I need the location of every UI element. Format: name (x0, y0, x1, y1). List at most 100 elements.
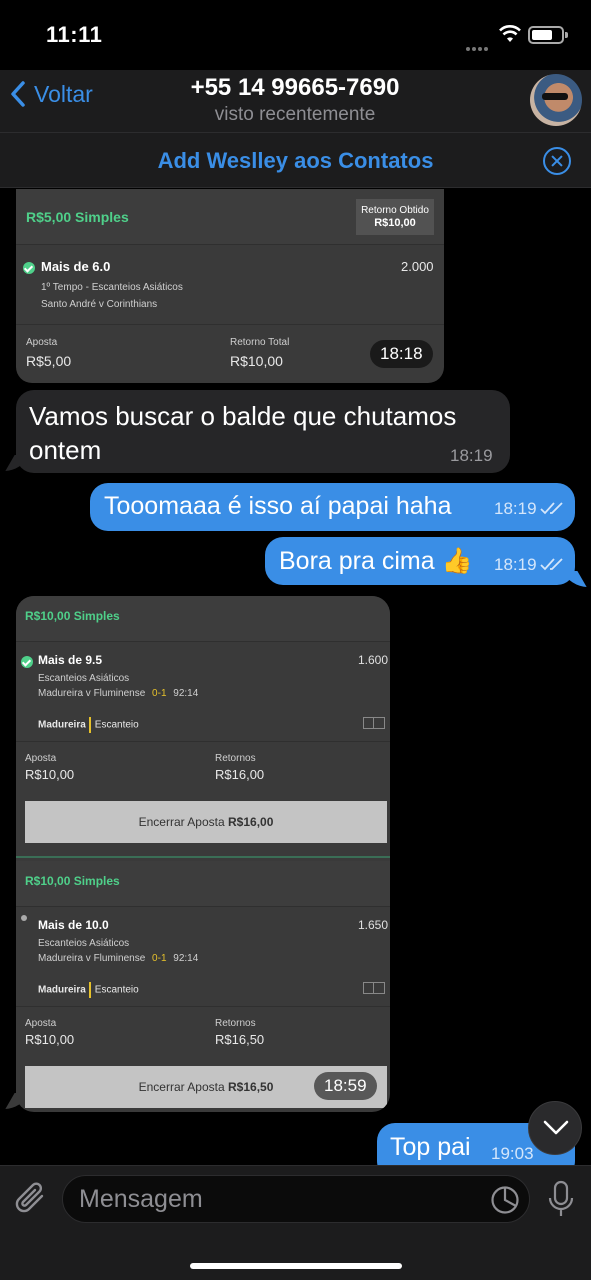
match-score: 0-1 (152, 953, 167, 964)
composer-bar (0, 1165, 591, 1280)
selection-name: Mais de 10.0 (38, 918, 109, 932)
back-button[interactable]: Voltar (10, 80, 93, 108)
message-time: 18:19 (450, 446, 493, 465)
bet-card-header: R$10,00 Simples (16, 861, 390, 907)
sticker-icon[interactable] (490, 1185, 520, 1215)
message-time: 18:59 (314, 1072, 377, 1100)
selection-odds: 2.000 (401, 259, 434, 274)
back-label: Voltar (34, 80, 93, 107)
event-marker (88, 717, 91, 733)
double-check-icon (540, 558, 563, 571)
stake-label: Aposta (25, 1018, 57, 1029)
add-contact-bar: Add Weslley aos Contatos (0, 132, 591, 188)
message-bubble-incoming[interactable]: Vamos buscar o balde que chutamos ontem … (16, 390, 510, 473)
bet-card-divider (16, 856, 390, 858)
return-value: R$10,00 (374, 217, 416, 229)
contact-title[interactable]: +55 14 99665-7690 (150, 74, 440, 102)
selection-market: Escanteios Asiáticos (38, 938, 130, 949)
battery-icon (528, 26, 568, 44)
status-time: 11:11 (46, 22, 103, 47)
total-return-value: R$10,00 (230, 353, 283, 369)
close-icon[interactable] (543, 147, 571, 175)
returns-value: R$16,50 (215, 1032, 265, 1047)
match-minute: 92:14 (173, 953, 199, 964)
message-text: Bora pra cima 👍 (279, 547, 473, 575)
selection-market: Escanteios Asiáticos (38, 673, 130, 684)
bet-card-image[interactable]: R$5,00 Simples Retorno Obtido R$10,00 Ma… (16, 189, 444, 383)
total-return-label: Retorno Total (230, 337, 290, 348)
bet-card-header: R$10,00 Simples (16, 596, 390, 642)
live-event: Madureira Escanteio (38, 982, 139, 998)
paperclip-icon[interactable] (14, 1180, 48, 1216)
divider (16, 1006, 390, 1007)
message-time: 18:19 (494, 499, 537, 518)
signal-dots-icon (466, 38, 492, 51)
cashout-label: Encerrar Aposta (138, 1080, 225, 1094)
stake-label: Aposta (25, 753, 57, 764)
selection-name: Mais de 9.5 (38, 653, 103, 667)
selection-match: Madureira v Fluminense (38, 953, 146, 964)
returns-label: Retornos (215, 1018, 256, 1029)
selection-match-info: Madureira v Fluminense 0-1 92:14 (38, 953, 198, 964)
stake-value: R$10,00 (25, 1032, 75, 1047)
message-text: Vamos buscar o balde que chutamos ontem (29, 401, 457, 465)
event-team: Madureira (38, 719, 86, 731)
message-time: 18:18 (370, 340, 433, 368)
stake-value: R$5,00 (26, 353, 72, 369)
microphone-icon[interactable] (548, 1180, 574, 1218)
message-time: 19:03 (491, 1144, 534, 1163)
cashout-button[interactable]: Encerrar Aposta R$16,00 (25, 801, 387, 843)
avatar[interactable] (530, 74, 582, 126)
selection-match: Madureira v Fluminense (38, 688, 146, 699)
bet-selection: Mais de 6.0 2.000 1º Tempo - Escanteios … (16, 245, 444, 325)
return-label: Retorno Obtido (361, 205, 429, 216)
scroll-down-button[interactable] (528, 1101, 582, 1155)
message-time: 18:19 (494, 555, 537, 574)
status-bar: 11:11 (0, 0, 591, 70)
add-contact-button[interactable]: Add Weslley aos Contatos (0, 148, 591, 174)
divider (16, 741, 390, 742)
message-text: Tooomaaa é isso aí papai haha (104, 492, 452, 520)
message-text: Top pai (390, 1133, 471, 1161)
cashout-value: R$16,00 (228, 815, 274, 829)
chat-header: Voltar +55 14 99665-7690 visto recenteme… (0, 70, 591, 132)
contact-status: visto recentemente (214, 104, 376, 125)
chevron-left-icon (11, 81, 25, 107)
pending-dot-icon (21, 915, 27, 921)
selection-match-info: Madureira v Fluminense 0-1 92:14 (38, 688, 198, 699)
bet-card-image[interactable]: R$10,00 Simples Mais de 9.5 1.600 Escant… (16, 596, 390, 1112)
message-bubble-outgoing[interactable]: Tooomaaa é isso aí papai haha 18:19 (90, 483, 575, 531)
message-field[interactable] (62, 1175, 530, 1223)
home-indicator (190, 1263, 402, 1269)
match-minute: 92:14 (173, 688, 199, 699)
message-bubble-outgoing[interactable]: Bora pra cima 👍 18:19 (265, 537, 575, 585)
bet-card-header: R$5,00 Simples Retorno Obtido R$10,00 (16, 189, 444, 245)
returns-label: Retornos (215, 753, 256, 764)
wifi-icon (499, 25, 521, 42)
live-event: Madureira Escanteio (38, 717, 139, 733)
match-score: 0-1 (152, 688, 167, 699)
bet-section: R$10,00 Simples Mais de 9.5 1.600 Escant… (16, 596, 390, 861)
selection-name: Mais de 6.0 (41, 259, 111, 274)
cashout-value: R$16,50 (228, 1080, 274, 1094)
bet-stake-title: R$10,00 Simples (25, 609, 120, 623)
stake-value: R$10,00 (25, 767, 75, 782)
stake-label: Aposta (26, 337, 58, 348)
chevron-down-icon (543, 1120, 569, 1135)
return-obtained-badge: Retorno Obtido R$10,00 (356, 199, 434, 235)
message-list[interactable]: R$5,00 Simples Retorno Obtido R$10,00 Ma… (0, 189, 591, 1165)
check-circle-icon (21, 656, 33, 668)
event-marker (88, 982, 91, 998)
event-type: Escanteio (94, 719, 139, 731)
check-circle-icon (23, 262, 35, 274)
selection-match: Santo André v Corinthians (41, 299, 158, 310)
event-team: Madureira (38, 984, 86, 996)
cashout-label: Encerrar Aposta (138, 815, 225, 829)
selection-odds: 1.600 (358, 653, 389, 667)
pitch-icon (363, 982, 385, 994)
pitch-icon (363, 717, 385, 729)
double-check-icon (540, 502, 563, 515)
bet-stake-title: R$10,00 Simples (25, 874, 120, 888)
returns-value: R$16,00 (215, 767, 265, 782)
message-input[interactable] (79, 1184, 479, 1214)
